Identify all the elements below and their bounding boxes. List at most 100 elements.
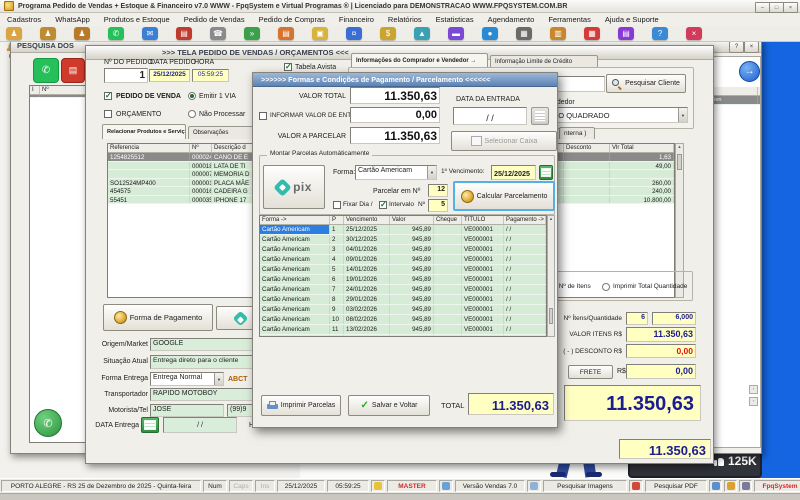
vencimento-field[interactable]: 25/12/2025 xyxy=(491,165,536,180)
column-header[interactable]: Cheque xyxy=(434,216,462,224)
status-time[interactable]: 05:59:25 xyxy=(327,480,369,492)
column-header[interactable]: Desconto xyxy=(564,144,610,152)
sellers-icon[interactable]: ♟ xyxy=(74,27,90,40)
money-icon[interactable]: $ xyxy=(380,27,396,40)
help-icon[interactable]: ? xyxy=(652,27,668,40)
desconto-field[interactable]: 0,00 xyxy=(626,344,696,358)
status-num[interactable]: Num xyxy=(203,480,227,492)
pesquisa-help-button[interactable]: ? xyxy=(729,42,744,53)
column-header[interactable]: Vlr Total xyxy=(610,144,674,152)
menu-whatsapp[interactable]: WhatsApp xyxy=(48,15,97,24)
status-brand[interactable]: FpqSystem xyxy=(754,480,800,492)
spin-right-button[interactable]: › xyxy=(749,397,758,406)
table-row[interactable]: Cartão Americam 8 29/01/2026 945,89 VE000001… xyxy=(260,295,546,305)
reports-icon[interactable]: ▤ xyxy=(618,27,634,40)
calculator-icon[interactable]: ▦ xyxy=(516,27,532,40)
nao-processar-radio[interactable] xyxy=(188,110,196,118)
order-number-field[interactable]: 1 xyxy=(104,68,148,83)
printer-red-icon[interactable]: ▤ xyxy=(61,58,85,83)
status-version[interactable]: Versão Vendas 7.0 xyxy=(455,480,525,492)
table-row[interactable]: Cartão Americam 4 09/01/2026 945,89 VE000001… xyxy=(260,255,546,265)
minimize-button[interactable]: – xyxy=(755,2,770,13)
frete-button[interactable]: FRETE xyxy=(568,365,613,379)
menu-ferramentas[interactable]: Ferramentas xyxy=(541,15,598,24)
spin-left-button[interactable]: ‹ xyxy=(749,385,758,394)
table-row[interactable]: Cartão Americam1218/02/2026945,84 VE00000… xyxy=(260,335,546,336)
menu-agendamento[interactable]: Agendamento xyxy=(481,15,542,24)
forma-pagamento-button[interactable]: Forma de Pagamento xyxy=(103,304,213,331)
table-row[interactable]: Cartão Americam 3 04/01/2026 945,89 VE000001… xyxy=(260,245,546,255)
table-row[interactable]: Cartão Americam 11 13/02/2026 945,89 VE00000… xyxy=(260,325,546,335)
informar-entrada-checkbox[interactable] xyxy=(259,112,267,120)
emitir-1via-radio[interactable] xyxy=(188,92,196,100)
entrada-field[interactable]: 0,00 xyxy=(350,107,440,123)
table-row[interactable]: Cartão Americam 7 24/01/2026 945,89 VE000001… xyxy=(260,285,546,295)
tab-produtos-servicos[interactable]: Relacionar Produtos e Serviços → xyxy=(102,124,186,139)
status-user[interactable]: MASTER xyxy=(387,480,437,492)
column-header[interactable]: Pagamento -> xyxy=(504,216,546,224)
column-header[interactable]: Vencimento xyxy=(344,216,390,224)
radio-total-quantidade[interactable] xyxy=(602,283,610,291)
parcelas-field[interactable]: 12 xyxy=(428,184,448,197)
menu-estatisticas[interactable]: Estatisticas xyxy=(429,15,481,24)
delivery-icon[interactable]: » xyxy=(244,27,260,40)
order-time-field[interactable]: 05:59:25 xyxy=(192,69,229,82)
table-row[interactable]: Cartão Americam 1 25/12/2025 945,89 VE000001… xyxy=(260,225,546,235)
menu-pedido-de-vendas[interactable]: Pedido de Vendas xyxy=(177,15,252,24)
finance-icon[interactable]: ¤ xyxy=(346,27,362,40)
order-date-field[interactable]: 25/12/2025 xyxy=(149,69,190,82)
next-arrow-icon[interactable]: → xyxy=(739,61,760,82)
tabela-avista-checkbox[interactable] xyxy=(284,62,292,71)
menu-relat-rios[interactable]: Relatórios xyxy=(381,15,429,24)
pix-button[interactable]: pix xyxy=(263,165,325,209)
menu-produtos-e-estoque[interactable]: Produtos e Estoque xyxy=(97,15,177,24)
menu-ajuda-e-suporte[interactable]: Ajuda e Suporte xyxy=(598,15,666,24)
calendar-icon[interactable]: ▦ xyxy=(584,27,600,40)
intervalo-field[interactable]: 5 xyxy=(428,199,448,212)
whatsapp-icon[interactable]: ✆ xyxy=(108,27,124,40)
status-search-pdf[interactable]: Pesquisar PDF xyxy=(645,480,707,492)
payment-modal-titlebar[interactable]: >>>>>> Formas e Condições de Pagamento /… xyxy=(253,73,557,87)
status-ins[interactable]: Ins xyxy=(255,480,275,492)
column-header[interactable]: Nº xyxy=(190,144,212,152)
chart-icon[interactable]: ▲ xyxy=(414,27,430,40)
salvar-voltar-button[interactable]: ✓ Salvar e Voltar xyxy=(348,395,430,416)
tab-observacoes[interactable]: Observações xyxy=(188,126,254,139)
exit-icon[interactable]: × xyxy=(686,27,702,40)
menu-cadastros[interactable]: Cadastros xyxy=(0,15,48,24)
parcels-grid[interactable]: Forma -> P Vencimento Valor Cheque TITULO Paga… xyxy=(259,215,547,337)
selecionar-caixa-button[interactable]: Selecionar Caixa xyxy=(451,131,557,151)
motorista-field[interactable]: JOSE xyxy=(150,404,224,417)
card-icon[interactable]: ▬ xyxy=(448,27,464,40)
entrega-select[interactable]: Entrega Normal xyxy=(150,372,224,386)
whatsapp-round-icon[interactable]: ✆ xyxy=(34,409,62,437)
table-row[interactable]: Cartão Americam 10 08/02/2026 945,89 VE00000… xyxy=(260,315,546,325)
calendar-icon[interactable] xyxy=(539,165,553,180)
search-client-button[interactable]: Pesquisar Cliente xyxy=(606,74,686,93)
frete-field[interactable]: 0,00 xyxy=(626,364,696,379)
column-header[interactable]: P xyxy=(330,216,344,224)
parcels-grid-scrollbar[interactable]: ▲ xyxy=(547,215,555,337)
tab-fragment-interna[interactable]: nterna ) xyxy=(559,127,595,139)
globe-icon[interactable]: ● xyxy=(482,27,498,40)
phone-icon[interactable]: ☎ xyxy=(210,27,226,40)
forma-select[interactable]: Cartão Americam xyxy=(355,165,437,180)
orders-icon[interactable]: ▤ xyxy=(278,27,294,40)
column-header[interactable]: Referencia xyxy=(108,144,190,152)
data-entrega-field[interactable]: / / xyxy=(163,417,237,433)
pesquisa-close-button[interactable]: × xyxy=(744,42,759,53)
calendar-icon[interactable] xyxy=(141,417,159,433)
data-entrada-field[interactable]: / / xyxy=(453,107,527,125)
tab-limite-credito[interactable]: Informação Limite de Crédito xyxy=(490,55,598,67)
status-caps[interactable]: Caps xyxy=(229,480,253,492)
stock-icon[interactable]: ▥ xyxy=(550,27,566,40)
table-row[interactable]: Cartão Americam 6 19/01/2026 945,89 VE000001… xyxy=(260,275,546,285)
calcular-parcelamento-button[interactable]: Calcular Parcelamento xyxy=(453,181,555,211)
intervalo-checkbox[interactable] xyxy=(379,200,387,209)
imprimir-parcelas-button[interactable]: Imprimir Parcelas xyxy=(261,395,341,416)
column-header[interactable]: TITULO xyxy=(462,216,504,224)
clients-icon[interactable]: ♟ xyxy=(6,27,22,40)
maximize-button[interactable]: □ xyxy=(769,2,784,13)
status-date[interactable]: 25/12/2025 xyxy=(277,480,325,492)
tab-comprador-vendedor[interactable]: Informações do Comprador e Vendedor → xyxy=(351,53,488,67)
